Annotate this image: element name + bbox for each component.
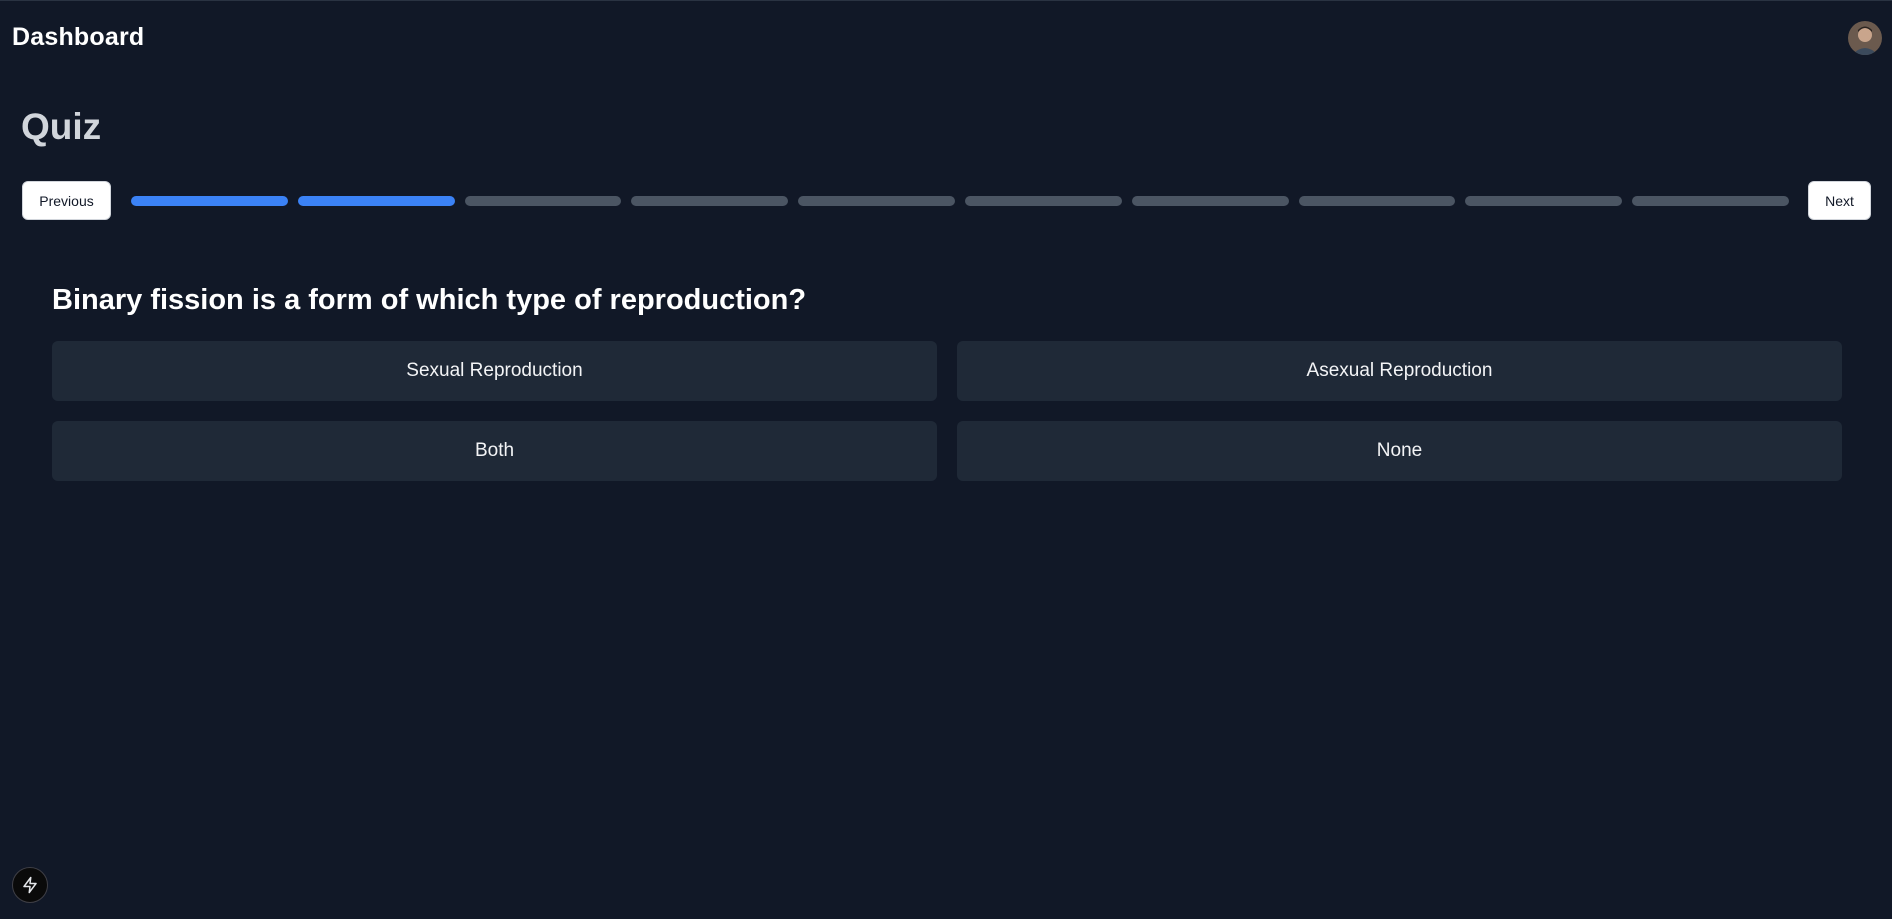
progress-step-pending <box>464 196 622 206</box>
progress-step-pending <box>1465 196 1623 206</box>
progress-step-completed <box>297 196 455 206</box>
avatar-icon <box>1848 21 1882 55</box>
page-title: Quiz <box>21 106 102 147</box>
dashboard-brand[interactable]: Dashboard <box>12 23 144 52</box>
progress-step-pending <box>1632 196 1789 206</box>
top-navbar: Dashboard <box>0 0 1892 74</box>
answer-options: Sexual Reproduction Asexual Reproduction… <box>52 341 1842 481</box>
dev-tools-button[interactable] <box>12 867 48 903</box>
previous-button[interactable]: Previous <box>22 181 111 220</box>
progress-step-pending <box>1298 196 1456 206</box>
progress-step-pending <box>798 196 955 206</box>
lightning-bolt-icon <box>23 876 37 894</box>
question-text: Binary fission is a form of which type o… <box>52 284 807 316</box>
progress-step-completed <box>131 196 288 206</box>
answer-option[interactable]: Sexual Reproduction <box>52 341 937 401</box>
next-button[interactable]: Next <box>1808 181 1871 220</box>
progress-step-pending <box>631 196 789 206</box>
answer-option[interactable]: Both <box>52 421 937 481</box>
progress-step-pending <box>964 196 1122 206</box>
answer-option[interactable]: Asexual Reproduction <box>957 341 1842 401</box>
quiz-progress-bar <box>131 196 1789 206</box>
user-avatar[interactable] <box>1848 21 1882 55</box>
answer-option[interactable]: None <box>957 421 1842 481</box>
progress-step-pending <box>1131 196 1289 206</box>
